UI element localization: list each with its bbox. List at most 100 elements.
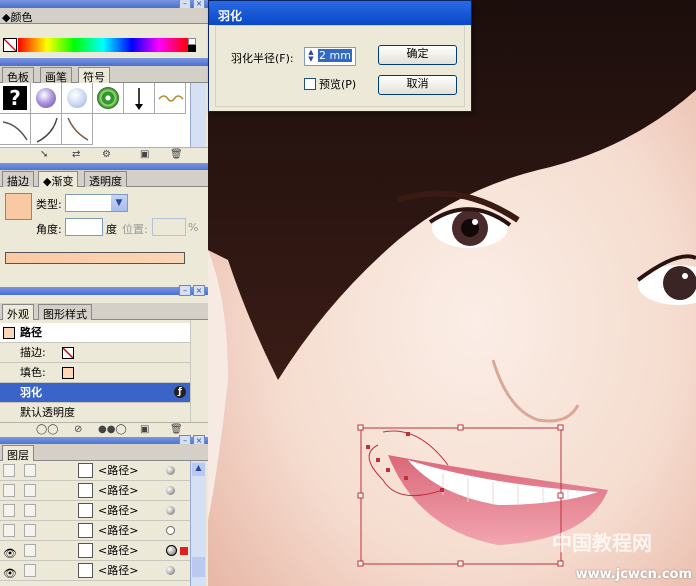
color-tab-label: 颜色 xyxy=(10,11,33,24)
tab-graphic-styles[interactable]: 图形样式 xyxy=(38,304,92,321)
appearance-scrollbar[interactable] xyxy=(190,320,206,422)
symbol-blue-orb-icon[interactable] xyxy=(62,83,93,114)
ok-button[interactable]: 确定 xyxy=(378,45,457,65)
white-swatch[interactable] xyxy=(188,38,196,45)
gradient-preview[interactable] xyxy=(5,193,32,220)
symbol-stroke-1-icon[interactable] xyxy=(0,114,31,145)
options-icon[interactable]: ⚙ xyxy=(102,149,111,160)
layer-thumbnail xyxy=(78,483,93,498)
lock-toggle[interactable] xyxy=(24,504,36,517)
angle-input[interactable] xyxy=(65,218,103,236)
visibility-toggle[interactable] xyxy=(3,484,15,497)
feather-dialog: 羽化 羽化半径(F): ▲ ▼ 2 mm 预览(P) 确定 取消 xyxy=(208,0,472,112)
appearance-stroke-row[interactable]: 描边: xyxy=(0,343,190,363)
appearance-object-row[interactable]: 路径 xyxy=(0,323,190,343)
tab-gradient[interactable]: ◆渐变 xyxy=(38,171,79,188)
layer-row[interactable]: 👁 <路径> xyxy=(0,541,190,561)
visibility-toggle[interactable] xyxy=(3,464,15,477)
type-select[interactable]: ▼ xyxy=(65,194,128,212)
symbol-green-target-icon[interactable] xyxy=(93,83,124,114)
layer-row[interactable]: <路径> xyxy=(0,461,190,481)
tab-brushes[interactable]: 画笔 xyxy=(40,67,72,84)
degree-unit: 度 xyxy=(106,223,117,236)
tab-swatches[interactable]: 色板 xyxy=(2,67,34,84)
layer-label: <路径> xyxy=(98,564,139,577)
symbol-stroke-2-icon[interactable] xyxy=(31,114,62,145)
eye-icon[interactable]: 👁 xyxy=(3,564,17,580)
symbol-arrow-down-icon[interactable] xyxy=(124,83,155,114)
trash-icon[interactable]: 🗑 xyxy=(170,424,183,435)
preview-checkbox[interactable] xyxy=(304,78,316,90)
symbol-purple-orb-icon[interactable] xyxy=(31,83,62,114)
tab-layers[interactable]: 图层 xyxy=(2,445,34,462)
appearance-tab-row: 外观 图形样式 xyxy=(0,303,208,321)
symbol-question-mark-icon[interactable]: ? xyxy=(0,83,31,114)
target-selected-icon[interactable] xyxy=(166,545,177,556)
selection-indicator xyxy=(180,547,188,555)
effect-fx-icon[interactable]: ƒ xyxy=(174,386,186,398)
lock-toggle[interactable] xyxy=(24,564,36,577)
tab-symbols[interactable]: 符号 xyxy=(78,67,110,84)
tab-appearance[interactable]: 外观 xyxy=(2,304,34,321)
target-icon[interactable] xyxy=(166,566,175,575)
clear-icon[interactable]: ⊘ xyxy=(74,424,82,435)
preview-label: 预览(P) xyxy=(319,78,357,91)
target-icon[interactable] xyxy=(166,506,175,515)
scroll-thumb[interactable] xyxy=(192,557,205,577)
fill-swatch[interactable] xyxy=(62,367,74,379)
reduce-icon[interactable]: ●●◯ xyxy=(98,424,127,435)
symbol-ornament-icon[interactable] xyxy=(155,83,186,114)
color-spectrum[interactable] xyxy=(18,38,188,52)
radius-input[interactable]: ▲ ▼ 2 mm xyxy=(304,47,356,66)
layers-scrollbar[interactable]: ▲ xyxy=(190,461,206,586)
scroll-up-icon[interactable]: ▲ xyxy=(192,463,205,476)
close-icon[interactable]: × xyxy=(193,285,205,296)
appearance-fill-row[interactable]: 填色: xyxy=(0,363,190,383)
lock-toggle[interactable] xyxy=(24,524,36,537)
cancel-button[interactable]: 取消 xyxy=(378,75,457,95)
appearance-feather-row[interactable]: 羽化 ƒ xyxy=(0,383,190,403)
tab-transparency[interactable]: 透明度 xyxy=(84,171,127,188)
appearance-opacity-row[interactable]: 默认透明度 xyxy=(0,403,190,423)
layer-row[interactable]: <路径> xyxy=(0,481,190,501)
symbols-tab-row: 色板 画笔 符号 xyxy=(0,66,208,84)
new-art-icon[interactable]: ◯◯ xyxy=(36,424,58,435)
minimize-icon[interactable]: – xyxy=(179,285,191,296)
break-link-icon[interactable]: ⇄ xyxy=(72,149,80,160)
lock-toggle[interactable] xyxy=(24,484,36,497)
gradient-slider[interactable] xyxy=(5,252,185,264)
lock-toggle[interactable] xyxy=(24,544,36,557)
position-input[interactable] xyxy=(152,218,186,236)
watermark-title: 中国教程网 xyxy=(552,531,652,555)
target-icon[interactable] xyxy=(166,466,175,475)
layer-row[interactable]: <路径> xyxy=(0,521,190,541)
layer-label: <路径> xyxy=(98,464,139,477)
layer-label: <路径> xyxy=(98,484,139,497)
layer-row[interactable]: <路径> xyxy=(0,501,190,521)
duplicate-icon[interactable]: ▣ xyxy=(140,424,149,435)
target-icon[interactable] xyxy=(166,526,175,535)
visibility-toggle[interactable] xyxy=(3,504,15,517)
place-symbol-icon[interactable]: ➘ xyxy=(40,149,48,160)
visibility-toggle[interactable] xyxy=(3,524,15,537)
lock-toggle[interactable] xyxy=(24,464,36,477)
layer-row[interactable]: 👁 <路径> xyxy=(0,561,190,581)
stroke-swatch-icon[interactable] xyxy=(62,347,74,359)
black-swatch[interactable] xyxy=(188,45,196,52)
color-panel-titlebar[interactable]: – × xyxy=(0,0,208,9)
symbol-stroke-3-icon[interactable] xyxy=(62,114,93,145)
appearance-panel-titlebar[interactable]: – × xyxy=(0,285,208,296)
stepper-icon[interactable]: ▲ ▼ xyxy=(306,49,316,64)
trash-icon[interactable]: 🗑 xyxy=(170,149,183,160)
none-swatch-icon[interactable] xyxy=(3,38,17,52)
percent-unit: % xyxy=(188,221,199,234)
eye-icon[interactable]: 👁 xyxy=(3,544,17,560)
new-symbol-icon[interactable]: ▣ xyxy=(140,149,149,160)
dialog-titlebar[interactable]: 羽化 xyxy=(209,1,471,25)
color-tab[interactable]: ◆颜色 xyxy=(2,9,32,25)
tab-stroke[interactable]: 描边 xyxy=(2,171,34,188)
target-icon[interactable] xyxy=(166,486,175,495)
chevron-down-icon[interactable]: ▼ xyxy=(111,195,127,211)
symbols-panel-titlebar[interactable] xyxy=(0,58,208,66)
symbols-scrollbar[interactable] xyxy=(190,83,206,147)
